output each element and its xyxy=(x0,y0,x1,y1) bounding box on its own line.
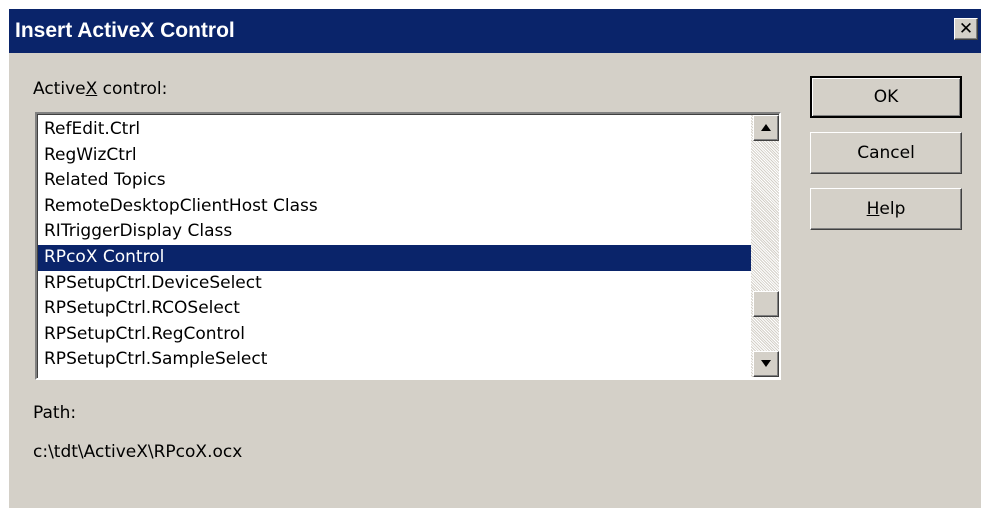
vertical-scrollbar[interactable] xyxy=(751,115,779,377)
activex-controls-listbox[interactable]: RefEdit.Ctrl RegWizCtrl Related Topics R… xyxy=(35,112,781,380)
list-item[interactable]: RegWizCtrl xyxy=(38,143,751,169)
controls-list[interactable]: RefEdit.Ctrl RegWizCtrl Related Topics R… xyxy=(38,117,751,378)
ok-button[interactable]: OK xyxy=(810,76,962,118)
dialog-title: Insert ActiveX Control xyxy=(15,19,235,42)
activex-label-suffix: control: xyxy=(97,79,168,99)
list-item-selected[interactable]: RPcoX Control xyxy=(38,244,751,271)
close-icon: ✕ xyxy=(958,19,974,39)
arrow-down-icon xyxy=(761,360,771,367)
help-button[interactable]: Help xyxy=(810,188,962,230)
activex-label-prefix: Active xyxy=(33,79,86,99)
list-item[interactable]: RPSetupCtrl.RCOSelect xyxy=(38,296,751,322)
scroll-down-button[interactable] xyxy=(753,351,779,377)
arrow-up-icon xyxy=(761,124,771,131)
activex-control-label: ActiveX control: xyxy=(33,78,167,100)
list-item[interactable]: RITriggerDisplay Class xyxy=(38,219,751,245)
close-button[interactable]: ✕ xyxy=(954,18,978,40)
scroll-up-button[interactable] xyxy=(753,115,779,141)
list-item[interactable]: RPSetupCtrl.SampleSelect xyxy=(38,347,751,373)
list-item[interactable]: RemoteDesktopClientHost Class xyxy=(38,194,751,220)
path-label: Path: xyxy=(33,403,77,423)
path-value: c:\tdt\ActiveX\RPcoX.ocx xyxy=(33,442,243,462)
scrollbar-thumb[interactable] xyxy=(753,291,779,317)
list-item[interactable]: RPSetupCtrl.RegControl xyxy=(38,322,751,348)
help-rest: elp xyxy=(879,199,906,219)
list-item[interactable]: RefEdit.Ctrl xyxy=(38,117,751,143)
cancel-button[interactable]: Cancel xyxy=(810,132,962,174)
insert-activex-dialog: Insert ActiveX Control ✕ ActiveX control… xyxy=(8,8,981,508)
list-item[interactable]: RPSetupCtrl.DeviceSelect xyxy=(38,271,751,297)
help-accel: H xyxy=(866,199,880,219)
title-bar[interactable]: Insert ActiveX Control ✕ xyxy=(9,9,981,53)
activex-label-accel: X xyxy=(85,79,98,99)
list-item[interactable]: Related Topics xyxy=(38,168,751,194)
